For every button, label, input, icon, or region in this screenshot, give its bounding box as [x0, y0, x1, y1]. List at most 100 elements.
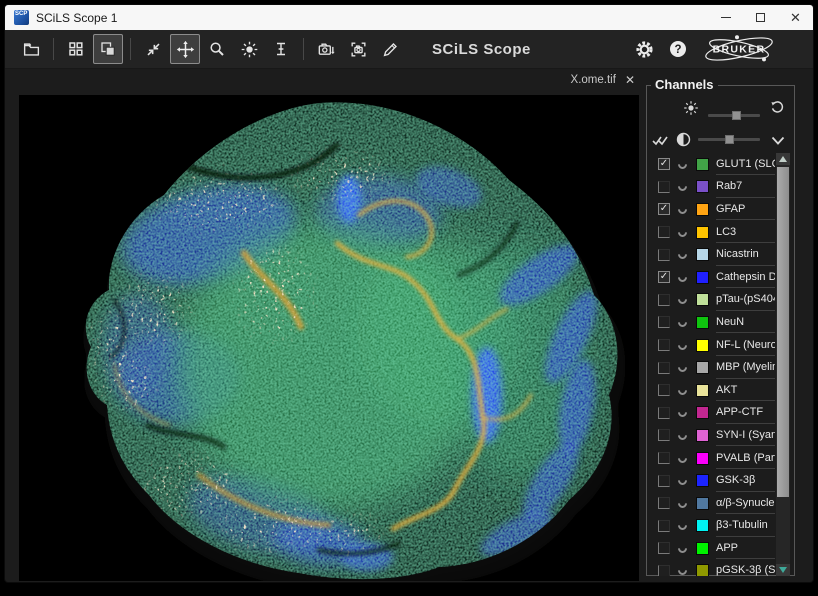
channel-row[interactable]: MBP (Myelin Ba — [647, 356, 775, 379]
channel-visibility-checkbox[interactable] — [658, 565, 670, 576]
brightness-tool-button[interactable] — [234, 34, 264, 64]
settings-button[interactable] — [634, 39, 655, 60]
channel-row[interactable]: APP-CTF — [647, 402, 775, 425]
thumbnail-grid-button[interactable] — [61, 34, 91, 64]
collapse-panel-button[interactable] — [771, 134, 785, 152]
channel-color-swatch[interactable] — [696, 293, 709, 306]
help-button[interactable]: ? — [668, 39, 688, 59]
channel-solo-toggle[interactable] — [676, 542, 689, 555]
export-snapshot-button[interactable] — [311, 34, 341, 64]
channel-row[interactable]: GSK-3β — [647, 469, 775, 492]
channel-row[interactable]: Nicastrin — [647, 243, 775, 266]
region-snapshot-button[interactable] — [343, 34, 373, 64]
tab-x-ome-tif[interactable]: X.ome.tif ✕ — [571, 74, 635, 86]
channel-color-swatch[interactable] — [696, 158, 709, 171]
channel-visibility-checkbox[interactable] — [658, 542, 670, 554]
contrast-slider[interactable] — [698, 138, 760, 141]
channel-color-swatch[interactable] — [696, 248, 709, 261]
channel-visibility-checkbox[interactable] — [658, 475, 670, 487]
minimize-button[interactable] — [708, 5, 743, 30]
channel-color-swatch[interactable] — [696, 452, 709, 465]
tab-close-icon[interactable]: ✕ — [625, 74, 635, 86]
fit-to-view-button[interactable] — [138, 34, 168, 64]
channel-visibility-checkbox[interactable] — [658, 294, 670, 306]
channel-color-swatch[interactable] — [696, 564, 709, 576]
channel-solo-toggle[interactable] — [676, 293, 689, 306]
channel-visibility-checkbox[interactable] — [658, 316, 670, 328]
channel-solo-toggle[interactable] — [676, 361, 689, 374]
contrast-slider-handle[interactable] — [725, 135, 734, 144]
channel-color-swatch[interactable] — [696, 361, 709, 374]
channel-list-scrollbar[interactable] — [776, 153, 790, 576]
open-folder-button[interactable] — [16, 34, 46, 64]
channel-row[interactable]: ✓Cathepsin D — [647, 266, 775, 289]
channel-visibility-checkbox[interactable]: ✓ — [658, 203, 670, 215]
channel-solo-toggle[interactable] — [676, 429, 689, 442]
channel-visibility-checkbox[interactable]: ✓ — [658, 271, 670, 283]
channel-solo-toggle[interactable] — [676, 339, 689, 352]
channel-color-swatch[interactable] — [696, 429, 709, 442]
select-all-channels-button[interactable] — [652, 134, 669, 152]
channel-color-swatch[interactable] — [696, 226, 709, 239]
channel-row[interactable]: α/β-Synuclein — [647, 492, 775, 515]
channel-visibility-checkbox[interactable] — [658, 362, 670, 374]
scrollbar-thumb[interactable] — [777, 167, 789, 497]
channel-row[interactable]: AKT — [647, 379, 775, 402]
channel-visibility-checkbox[interactable] — [658, 181, 670, 193]
channel-visibility-checkbox[interactable] — [658, 407, 670, 419]
channel-solo-toggle[interactable] — [676, 226, 689, 239]
channel-solo-toggle[interactable] — [676, 565, 689, 576]
channel-solo-toggle[interactable] — [676, 271, 689, 284]
channel-row[interactable]: ✓GLUT1 (SLC2A1 — [647, 153, 775, 176]
channel-visibility-checkbox[interactable]: ✓ — [658, 158, 670, 170]
channel-solo-toggle[interactable] — [676, 474, 689, 487]
channel-color-swatch[interactable] — [696, 497, 709, 510]
channel-row[interactable]: NF-L (Neurofila — [647, 334, 775, 357]
close-button[interactable]: ✕ — [778, 5, 813, 30]
channel-row[interactable]: NeuN — [647, 311, 775, 334]
channel-solo-toggle[interactable] — [676, 452, 689, 465]
channel-row[interactable]: β3-Tubulin — [647, 515, 775, 538]
channel-color-swatch[interactable] — [696, 474, 709, 487]
channel-color-swatch[interactable] — [696, 316, 709, 329]
channel-color-swatch[interactable] — [696, 406, 709, 419]
channel-row[interactable]: pGSK-3β (S9) — [647, 560, 775, 576]
channel-color-swatch[interactable] — [696, 180, 709, 193]
scroll-up-button[interactable] — [776, 153, 790, 165]
brightness-slider-handle[interactable] — [732, 111, 741, 120]
channel-color-swatch[interactable] — [696, 271, 709, 284]
channel-visibility-checkbox[interactable] — [658, 520, 670, 532]
channel-row[interactable]: PVALB (Parvalb — [647, 447, 775, 470]
pan-move-button[interactable] — [170, 34, 200, 64]
maximize-button[interactable] — [743, 5, 778, 30]
channel-solo-toggle[interactable] — [676, 497, 689, 510]
zoom-tool-button[interactable] — [202, 34, 232, 64]
channel-color-swatch[interactable] — [696, 384, 709, 397]
channel-visibility-checkbox[interactable] — [658, 497, 670, 509]
channel-row[interactable]: ✓GFAP — [647, 198, 775, 221]
channel-solo-toggle[interactable] — [676, 384, 689, 397]
channel-visibility-checkbox[interactable] — [658, 226, 670, 238]
scroll-down-button[interactable] — [776, 564, 790, 576]
channel-row[interactable]: LC3 — [647, 221, 775, 244]
channel-row[interactable]: SYN-I (Syanpsi — [647, 424, 775, 447]
channel-solo-toggle[interactable] — [676, 519, 689, 532]
channel-visibility-checkbox[interactable] — [658, 452, 670, 464]
channel-visibility-checkbox[interactable] — [658, 429, 670, 441]
channel-row[interactable]: pTau-(pS404) ( — [647, 289, 775, 312]
channel-color-swatch[interactable] — [696, 519, 709, 532]
channel-solo-toggle[interactable] — [676, 316, 689, 329]
channel-solo-toggle[interactable] — [676, 158, 689, 171]
channel-color-swatch[interactable] — [696, 203, 709, 216]
channel-solo-toggle[interactable] — [676, 203, 689, 216]
intensity-range-button[interactable] — [266, 34, 296, 64]
channel-color-swatch[interactable] — [696, 542, 709, 555]
channel-visibility-checkbox[interactable] — [658, 339, 670, 351]
channel-row[interactable]: Rab7 — [647, 176, 775, 199]
channel-solo-toggle[interactable] — [676, 248, 689, 261]
brightness-slider[interactable] — [708, 114, 760, 117]
channel-visibility-checkbox[interactable] — [658, 249, 670, 261]
overlay-layers-button[interactable] — [93, 34, 123, 64]
channel-color-swatch[interactable] — [696, 339, 709, 352]
measure-tool-button[interactable] — [375, 34, 405, 64]
